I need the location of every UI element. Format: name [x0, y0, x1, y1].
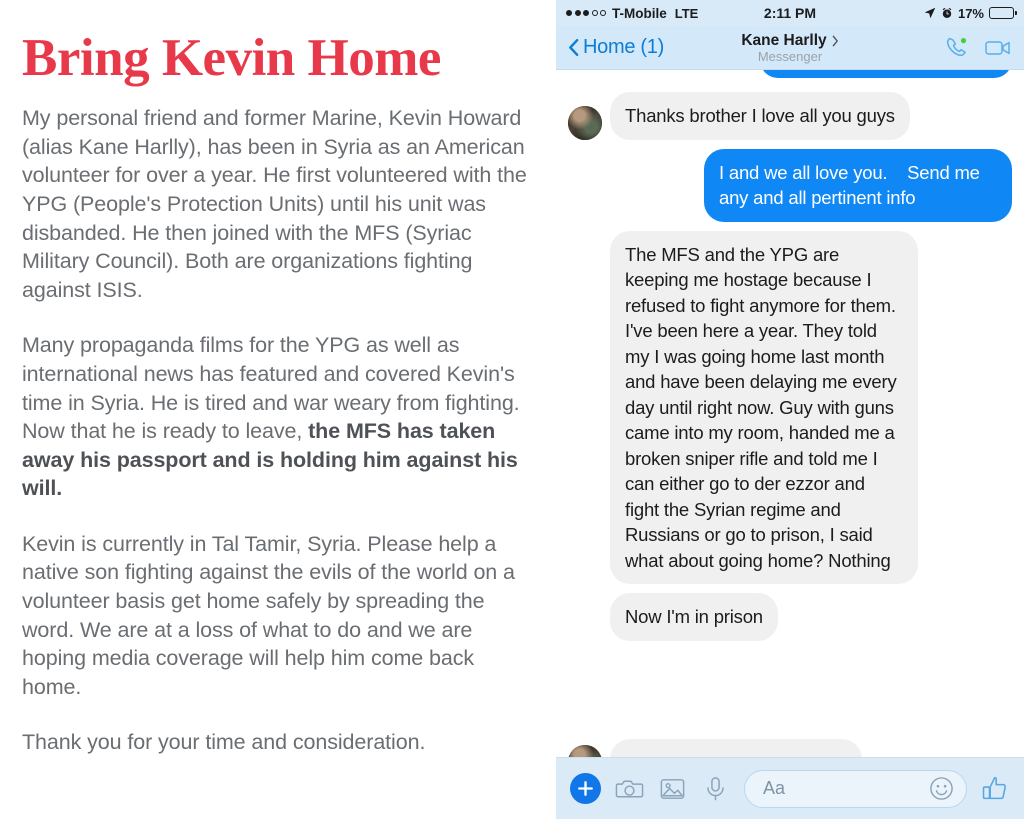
camera-icon[interactable]	[615, 774, 644, 803]
message-row: I and we all love you. Send me any and a…	[568, 148, 1012, 222]
message-thread[interactable]: Thanks brother I love all you guys I and…	[556, 70, 1024, 757]
nav-action-buttons	[944, 35, 1012, 61]
thumbs-up-icon[interactable]	[981, 774, 1010, 804]
message-composer-toolbar: Aa	[556, 757, 1024, 819]
contact-name: Kane Harlly	[741, 31, 827, 49]
chevron-right-icon	[832, 35, 839, 47]
avatar	[568, 105, 602, 140]
smiley-face-icon[interactable]	[929, 776, 954, 801]
contact-name-button[interactable]: Kane Harlly	[741, 32, 838, 50]
location-arrow-icon	[924, 7, 936, 19]
video-camera-icon[interactable]	[984, 35, 1012, 61]
letter-paragraph-2: Many propaganda films for the YPG as wel…	[22, 331, 534, 503]
messenger-screenshot-panel: T-Mobile LTE 2:11 PM 17% Home (1) Kane H…	[556, 0, 1024, 819]
message-bubble-outgoing[interactable]: I and we all love you. Send me any and a…	[704, 148, 1012, 222]
photo-library-icon[interactable]	[658, 774, 687, 803]
battery-icon	[989, 7, 1018, 19]
letter-paragraph-4: Thank you for your time and consideratio…	[22, 730, 426, 755]
chevron-left-icon	[568, 38, 579, 57]
letter-body: My personal friend and former Marine, Ke…	[22, 104, 534, 757]
message-bubble-incoming[interactable]: Now I'm in prison	[610, 593, 778, 641]
appeal-letter-panel: Bring Kevin Home My personal friend and …	[0, 0, 556, 819]
page-title: Bring Kevin Home	[22, 29, 441, 87]
carrier-name: T-Mobile	[612, 5, 667, 21]
status-bar-right: 17%	[924, 5, 1018, 21]
message-row-truncated-bottom	[568, 739, 1012, 757]
back-button[interactable]: Home (1)	[568, 36, 664, 59]
letter-paragraph-3: Kevin is currently in Tal Tamir, Syria. …	[22, 531, 515, 699]
back-button-label: Home (1)	[583, 36, 664, 58]
message-bubble-truncated-top	[760, 70, 1012, 78]
message-bubble-incoming[interactable]: Thanks brother I love all you guys	[610, 92, 910, 140]
message-row: Thanks brother I love all you guys	[568, 92, 1012, 140]
microphone-icon[interactable]	[701, 774, 730, 803]
network-type: LTE	[674, 5, 699, 21]
conversation-nav-bar: Home (1) Kane Harlly Messenger	[556, 26, 1024, 70]
message-input-placeholder: Aa	[763, 778, 786, 798]
message-row: The MFS and the YPG are keeping me hosta…	[568, 230, 1012, 584]
battery-percentage: 17%	[957, 5, 984, 21]
screenshot-root: Bring Kevin Home My personal friend and …	[0, 0, 1024, 819]
message-bubble-truncated-bottom	[610, 739, 862, 757]
alarm-clock-icon	[941, 7, 953, 19]
status-bar: T-Mobile LTE 2:11 PM 17%	[556, 0, 1024, 26]
plus-icon[interactable]	[570, 773, 601, 804]
status-bar-left: T-Mobile LTE	[566, 6, 698, 21]
conversation-subtitle: Messenger	[757, 48, 823, 64]
avatar	[568, 745, 602, 757]
message-row: Now I'm in prison	[568, 593, 1012, 641]
letter-paragraph-1: My personal friend and former Marine, Ke…	[22, 106, 527, 302]
message-input-field[interactable]: Aa	[744, 769, 967, 808]
phone-call-icon[interactable]	[944, 35, 970, 61]
signal-strength-icon	[566, 10, 606, 16]
message-bubble-incoming[interactable]: The MFS and the YPG are keeping me hosta…	[610, 230, 918, 584]
